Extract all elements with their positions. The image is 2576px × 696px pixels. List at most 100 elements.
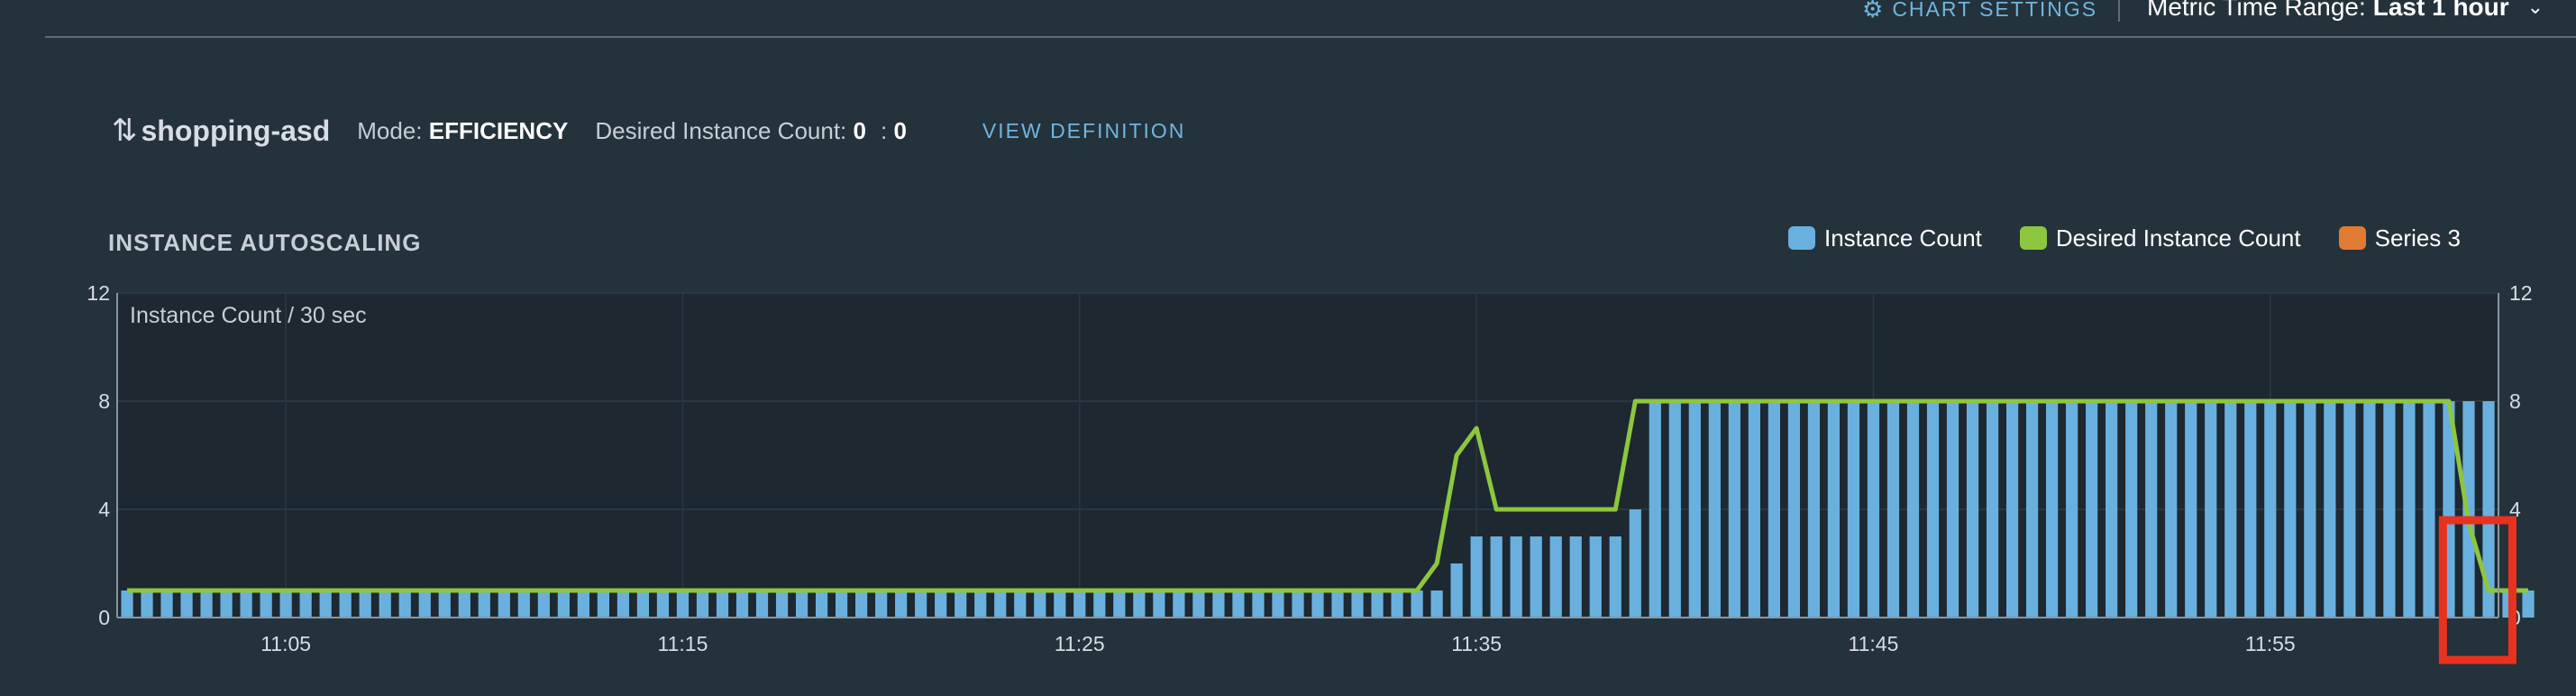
- instance-count-bar[interactable]: [319, 591, 332, 618]
- instance-count-bar[interactable]: [1391, 591, 1403, 618]
- instance-count-bar[interactable]: [1173, 591, 1185, 618]
- instance-count-bar[interactable]: [1311, 591, 1324, 618]
- instance-count-bar[interactable]: [517, 591, 530, 618]
- instance-count-bar[interactable]: [557, 591, 570, 618]
- instance-count-bar[interactable]: [438, 591, 451, 618]
- instance-count-bar[interactable]: [775, 591, 789, 618]
- instance-count-bar[interactable]: [1807, 401, 1821, 618]
- instance-count-bar[interactable]: [1847, 401, 1860, 618]
- instance-count-bar[interactable]: [478, 591, 490, 618]
- instance-count-bar[interactable]: [1867, 401, 1880, 618]
- instance-count-bar[interactable]: [498, 591, 510, 618]
- instance-count-bar[interactable]: [1688, 401, 1701, 618]
- instance-count-bar[interactable]: [1748, 401, 1760, 618]
- instance-count-bar[interactable]: [1073, 591, 1086, 618]
- instance-count-bar[interactable]: [1589, 536, 1602, 618]
- instance-count-bar[interactable]: [1272, 591, 1284, 618]
- instance-count-bar[interactable]: [1014, 591, 1027, 618]
- instance-count-bar[interactable]: [2005, 401, 2019, 618]
- instance-count-bar[interactable]: [795, 591, 808, 618]
- instance-count-bar[interactable]: [1609, 536, 1621, 618]
- instance-count-bar[interactable]: [121, 591, 133, 618]
- instance-count-bar[interactable]: [1331, 591, 1344, 618]
- instance-count-bar[interactable]: [1490, 536, 1503, 618]
- instance-count-bar[interactable]: [141, 591, 153, 618]
- instance-count-bar[interactable]: [1113, 591, 1126, 618]
- instance-count-bar[interactable]: [379, 591, 391, 618]
- instance-count-bar[interactable]: [1411, 591, 1423, 618]
- instance-count-bar[interactable]: [2304, 401, 2316, 618]
- instance-count-bar[interactable]: [1093, 591, 1106, 618]
- instance-count-bar[interactable]: [636, 591, 650, 618]
- instance-count-bar[interactable]: [1549, 536, 1562, 618]
- instance-count-bar[interactable]: [1292, 591, 1304, 618]
- instance-count-bar[interactable]: [2066, 401, 2078, 618]
- instance-count-bar[interactable]: [180, 591, 193, 618]
- instance-count-bar[interactable]: [656, 591, 670, 618]
- instance-count-bar[interactable]: [1192, 591, 1205, 618]
- instance-count-bar[interactable]: [1966, 401, 1979, 618]
- instance-count-bar[interactable]: [1212, 591, 1225, 618]
- instance-count-bar[interactable]: [1153, 591, 1165, 618]
- instance-count-bar[interactable]: [2363, 401, 2376, 618]
- instance-count-bar[interactable]: [2145, 401, 2158, 618]
- instance-count-bar[interactable]: [1232, 591, 1245, 618]
- instance-count-bar[interactable]: [955, 591, 967, 618]
- instance-count-bar[interactable]: [1351, 591, 1364, 618]
- instance-count-bar[interactable]: [895, 591, 908, 618]
- instance-count-bar[interactable]: [2264, 401, 2277, 618]
- instance-count-bar[interactable]: [974, 591, 987, 618]
- instance-count-bar[interactable]: [2324, 401, 2336, 618]
- instance-count-bar[interactable]: [577, 591, 589, 618]
- instance-count-bar[interactable]: [735, 591, 749, 618]
- instance-count-bar[interactable]: [1906, 401, 1920, 618]
- instance-count-bar[interactable]: [200, 591, 213, 618]
- instance-count-bar[interactable]: [1728, 401, 1740, 618]
- instance-count-bar[interactable]: [1946, 401, 1959, 618]
- instance-count-bar[interactable]: [1252, 591, 1265, 618]
- instance-count-bar[interactable]: [1986, 401, 1999, 618]
- instance-count-bar[interactable]: [2383, 401, 2396, 618]
- instance-count-bar[interactable]: [537, 591, 550, 618]
- instance-count-bar[interactable]: [2185, 401, 2197, 618]
- instance-count-bar[interactable]: [2125, 401, 2138, 618]
- instance-count-bar[interactable]: [2423, 401, 2435, 618]
- instance-count-bar[interactable]: [1629, 509, 1641, 618]
- instance-count-bar[interactable]: [617, 591, 630, 618]
- instance-count-bar[interactable]: [2522, 591, 2535, 618]
- instance-count-bar[interactable]: [339, 591, 352, 618]
- instance-count-bar[interactable]: [855, 591, 868, 618]
- instance-count-bar[interactable]: [1054, 591, 1066, 618]
- instance-count-bar[interactable]: [299, 591, 312, 618]
- instance-count-bar[interactable]: [1569, 536, 1582, 618]
- instance-count-bar[interactable]: [1530, 536, 1542, 618]
- instance-count-bar[interactable]: [418, 591, 431, 618]
- instance-count-bar[interactable]: [1787, 401, 1801, 618]
- instance-count-bar[interactable]: [240, 591, 252, 618]
- instance-count-bar[interactable]: [2224, 401, 2237, 618]
- instance-count-bar[interactable]: [597, 591, 610, 618]
- instance-autoscaling-chart[interactable]: 0 04 48 812 1211:05 11:15 11:25 11:35 11:45 11:55…: [0, 0, 2576, 696]
- instance-count-bar[interactable]: [220, 591, 233, 618]
- instance-count-bar[interactable]: [994, 591, 1007, 618]
- instance-count-bar[interactable]: [2106, 401, 2118, 618]
- instance-count-bar[interactable]: [915, 591, 927, 618]
- instance-count-bar[interactable]: [359, 591, 371, 618]
- instance-count-bar[interactable]: [1470, 536, 1483, 618]
- instance-count-bar[interactable]: [2343, 401, 2356, 618]
- instance-count-bar[interactable]: [160, 591, 173, 618]
- instance-count-bar[interactable]: [935, 591, 947, 618]
- instance-count-bar[interactable]: [1708, 401, 1721, 618]
- instance-count-bar[interactable]: [1430, 591, 1443, 618]
- instance-count-bar[interactable]: [1649, 401, 1661, 618]
- instance-count-bar[interactable]: [815, 591, 828, 618]
- instance-count-bar[interactable]: [1450, 563, 1463, 618]
- instance-count-bar[interactable]: [716, 591, 729, 618]
- instance-count-bar[interactable]: [1768, 401, 1780, 618]
- instance-count-bar[interactable]: [2403, 401, 2416, 618]
- instance-count-bar[interactable]: [696, 591, 709, 618]
- instance-count-bar[interactable]: [1827, 401, 1841, 618]
- instance-count-bar[interactable]: [2165, 401, 2178, 618]
- instance-count-bar[interactable]: [1886, 401, 1900, 618]
- instance-count-bar[interactable]: [1668, 401, 1681, 618]
